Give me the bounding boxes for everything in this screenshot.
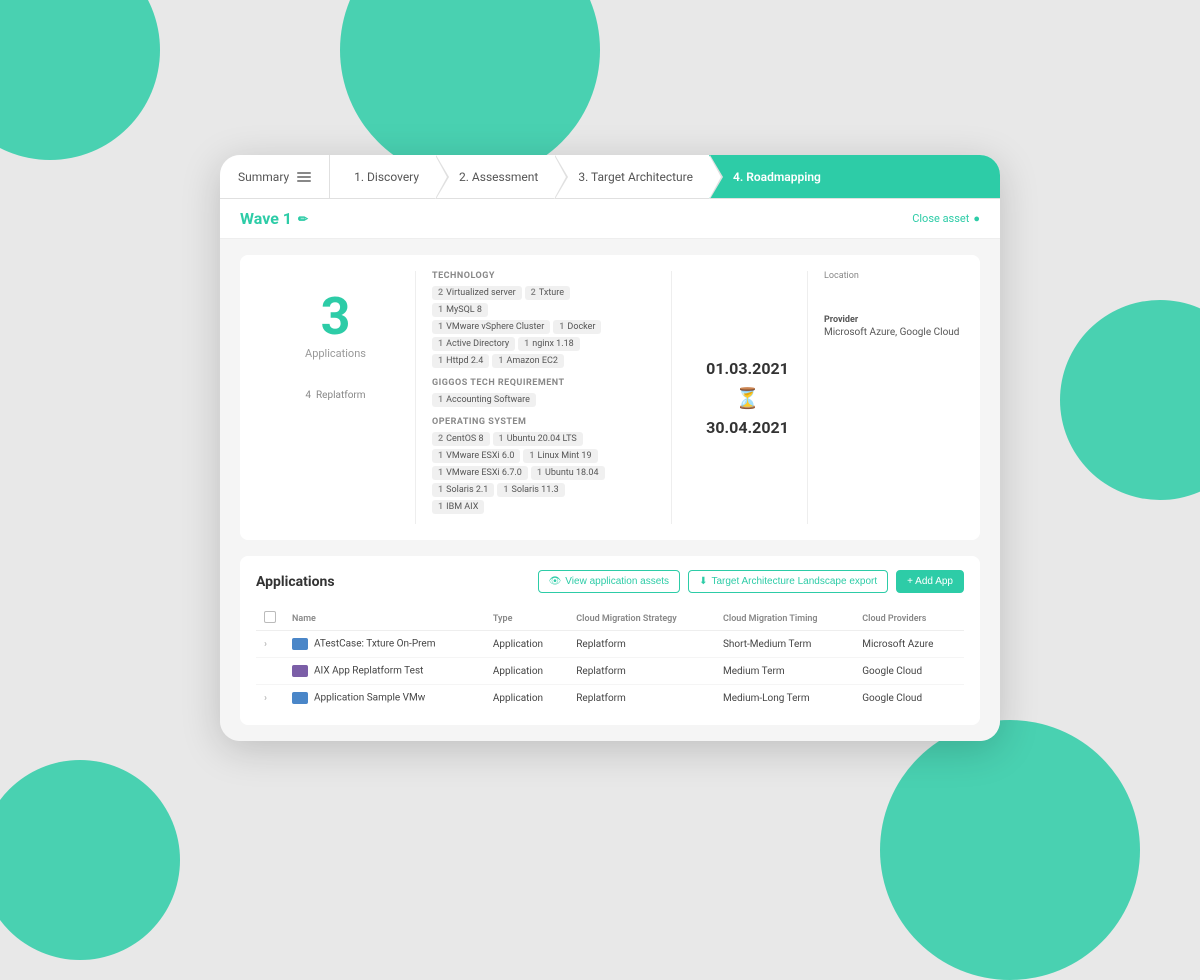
hourglass-icon: ⏳ (735, 386, 760, 410)
col-name: Name (284, 607, 485, 631)
applications-table: Name Type Cloud Migration Strategy Cloud… (256, 607, 964, 711)
row-name: Application Sample VMw (284, 685, 485, 712)
technology-section: TECHNOLOGY 2 Virtualized server 2 Txture… (432, 271, 655, 368)
decorative-circle-bottom-left (0, 760, 180, 960)
chevron-icon: › (264, 639, 267, 650)
col-checkbox (256, 607, 284, 631)
edit-icon[interactable]: ✏ (298, 212, 308, 226)
col-timing: Cloud Migration Timing (715, 607, 854, 631)
download-icon: ⬇ (699, 576, 707, 587)
wave-label: Wave 1 (240, 209, 292, 228)
row-name: AIX App Replatform Test (284, 658, 485, 685)
tab-target-architecture[interactable]: 3. Target Architecture (554, 155, 709, 198)
row-strategy: Replatform (568, 685, 715, 712)
applications-count: 3 (321, 291, 351, 343)
row-type: Application (485, 631, 568, 658)
table-row[interactable]: › Application Sample VMw Application Rep… (256, 685, 964, 712)
col-strategy: Cloud Migration Strategy (568, 607, 715, 631)
col-type: Type (485, 607, 568, 631)
sub-header: Wave 1 ✏ Close asset ● (220, 199, 1000, 239)
select-all-checkbox[interactable] (264, 611, 276, 623)
row-strategy: Replatform (568, 658, 715, 685)
decorative-circle-right (1060, 300, 1200, 500)
row-chevron-cell: › (256, 685, 284, 712)
tab-roadmapping[interactable]: 4. Roadmapping (709, 155, 1000, 198)
os-title: OPERATING SYSTEM (432, 417, 655, 427)
eye-icon: 👁 (549, 576, 562, 587)
app-icon (292, 692, 308, 704)
menu-icon (297, 172, 311, 182)
content-area: 3 Applications 4 Replatform TECHNOLOGY 2… (220, 239, 1000, 741)
row-strategy: Replatform (568, 631, 715, 658)
nav-summary[interactable]: Summary (220, 155, 330, 198)
applications-title: Applications (256, 574, 335, 590)
row-timing: Medium-Long Term (715, 685, 854, 712)
app-icon (292, 638, 308, 650)
export-button[interactable]: ⬇ Target Architecture Landscape export (688, 570, 888, 593)
row-providers: Google Cloud (854, 685, 964, 712)
replatform-label: Replatform (316, 390, 366, 401)
location-section: Location (824, 271, 964, 285)
close-circle-icon: ● (973, 212, 980, 225)
applications-actions: 👁 View application assets ⬇ Target Archi… (538, 570, 964, 593)
summary-left-panel: 3 Applications 4 Replatform (256, 271, 416, 524)
row-providers: Microsoft Azure (854, 631, 964, 658)
main-tablet: Summary 1. Discovery 2. Assessment 3. Ta… (220, 155, 1000, 741)
applications-label: Applications (305, 347, 366, 360)
date-start: 01.03.2021 (706, 359, 789, 378)
navigation-bar: Summary 1. Discovery 2. Assessment 3. Ta… (220, 155, 1000, 199)
summary-label: Summary (238, 170, 289, 184)
table-row[interactable]: AIX App Replatform Test Application Repl… (256, 658, 964, 685)
wave-title: Wave 1 ✏ (240, 209, 308, 228)
app-icon (292, 665, 308, 677)
row-timing: Short-Medium Term (715, 631, 854, 658)
giggos-tech-section: GIGGOS TECH REQUIREMENT 1 Accounting Sof… (432, 378, 655, 407)
row-chevron-cell: › (256, 631, 284, 658)
location-label: Location (824, 271, 964, 281)
provider-value: Microsoft Azure, Google Cloud (824, 327, 964, 338)
applications-section: Applications 👁 View application assets ⬇… (240, 556, 980, 725)
row-chevron-cell (256, 658, 284, 685)
giggos-title: GIGGOS TECH REQUIREMENT (432, 378, 655, 388)
replatform-count: 4 (305, 390, 311, 401)
decorative-circle-top-center (340, 0, 600, 180)
os-section: OPERATING SYSTEM 2 CentOS 8 1 Ubuntu 20.… (432, 417, 655, 514)
row-providers: Google Cloud (854, 658, 964, 685)
summary-middle-panel: TECHNOLOGY 2 Virtualized server 2 Txture… (432, 271, 672, 524)
row-type: Application (485, 685, 568, 712)
applications-header: Applications 👁 View application assets ⬇… (256, 570, 964, 593)
summary-center-panel: 01.03.2021 ⏳ 30.04.2021 (688, 271, 808, 524)
tab-discovery[interactable]: 1. Discovery (330, 155, 435, 198)
summary-card: 3 Applications 4 Replatform TECHNOLOGY 2… (240, 255, 980, 540)
summary-right-panel: Location Provider Microsoft Azure, Googl… (824, 271, 964, 524)
view-assets-button[interactable]: 👁 View application assets (538, 570, 680, 593)
col-providers: Cloud Providers (854, 607, 964, 631)
close-asset-button[interactable]: Close asset ● (912, 212, 980, 225)
row-type: Application (485, 658, 568, 685)
add-app-button[interactable]: + Add App (896, 570, 964, 593)
technology-title: TECHNOLOGY (432, 271, 655, 281)
row-timing: Medium Term (715, 658, 854, 685)
decorative-circle-bottom-right (880, 720, 1140, 980)
date-end: 30.04.2021 (706, 418, 789, 437)
table-row[interactable]: › ATestCase: Txture On-Prem Application … (256, 631, 964, 658)
provider-section: Provider Microsoft Azure, Google Cloud (824, 315, 964, 338)
tab-assessment[interactable]: 2. Assessment (435, 155, 554, 198)
decorative-circle-top-left (0, 0, 160, 160)
row-name: ATestCase: Txture On-Prem (284, 631, 485, 658)
chevron-icon: › (264, 693, 267, 704)
provider-label: Provider (824, 315, 964, 325)
